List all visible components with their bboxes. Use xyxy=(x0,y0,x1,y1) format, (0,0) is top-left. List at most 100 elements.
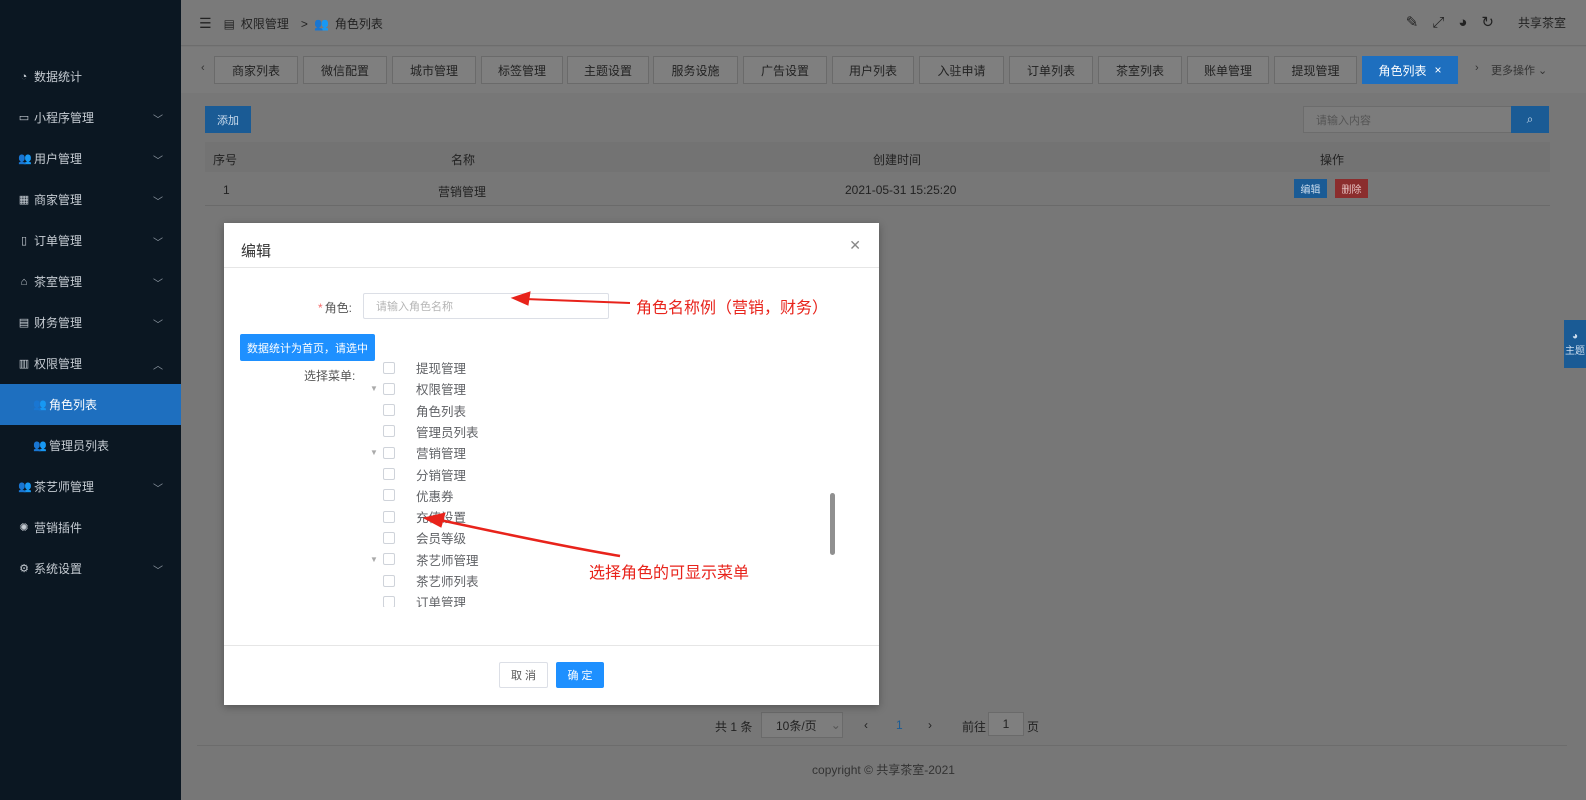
palette-icon[interactable]: ◕ xyxy=(1458,14,1467,31)
prev-page-icon[interactable]: ‹ xyxy=(864,718,868,732)
sidebar-item[interactable]: ▦ 商家管理 ﹀ xyxy=(0,179,181,220)
checkbox[interactable] xyxy=(383,510,395,523)
user-group-icon: 👥 xyxy=(33,398,47,411)
tree-node[interactable]: 管理员列表 xyxy=(383,421,479,442)
dashboard-home-hint-button[interactable]: 数据统计为首页，请选中 xyxy=(240,334,375,361)
caret-down-icon[interactable]: ▼ xyxy=(368,555,380,564)
user-name[interactable]: 共享茶室 xyxy=(1518,14,1566,31)
chevron-down-icon: ﹀ xyxy=(153,320,163,331)
chevron-down-icon: ﹀ xyxy=(153,238,163,249)
tree-node[interactable]: 分销管理 xyxy=(383,464,466,485)
caret-down-icon[interactable]: ▼ xyxy=(368,384,380,393)
tab[interactable]: 提现管理 xyxy=(1274,56,1357,84)
sidebar-item[interactable]: ⌂ 茶室管理 ﹀ xyxy=(0,261,181,302)
page-size-select[interactable]: 10条/页 ⌄ xyxy=(761,712,843,738)
tree-node[interactable]: ▼ 营销管理 xyxy=(368,442,466,463)
tab[interactable]: 广告设置 xyxy=(743,56,827,84)
tree-node[interactable]: 角色列表 xyxy=(383,400,466,421)
tabs-scroll-right-icon[interactable]: › xyxy=(1475,62,1479,74)
tab[interactable]: 用户列表 xyxy=(832,56,914,84)
sidebar-item-label: 小程序管理 xyxy=(34,111,95,125)
user-group-icon: 👥 xyxy=(313,16,329,31)
sidebar-item-label: 订单管理 xyxy=(34,234,83,248)
fullscreen-icon[interactable]: ⤢ xyxy=(1432,14,1444,31)
cancel-button[interactable]: 取 消 xyxy=(499,662,548,688)
confirm-button[interactable]: 确 定 xyxy=(556,662,604,688)
sidebar-item[interactable]: ▯ 订单管理 ﹀ xyxy=(0,220,181,261)
checkbox[interactable] xyxy=(383,553,395,566)
checkbox[interactable] xyxy=(383,446,395,459)
current-page[interactable]: 1 xyxy=(896,718,903,732)
chevron-down-icon: ⌄ xyxy=(830,718,841,732)
search-button[interactable]: ⌕ xyxy=(1511,106,1549,133)
tabs-scroll-left-icon[interactable]: ‹ xyxy=(201,62,205,74)
sidebar-item-label: 系统设置 xyxy=(34,562,83,576)
tab[interactable]: 茶室列表 xyxy=(1098,56,1182,84)
breadcrumb-item-1[interactable]: 权限管理 xyxy=(241,15,289,32)
sidebar-item[interactable]: 👥 管理员列表 xyxy=(0,425,181,466)
menu-toggle-icon[interactable]: ☰ xyxy=(199,15,212,32)
tab[interactable]: 商家列表 xyxy=(214,56,298,84)
checkbox[interactable] xyxy=(383,425,395,438)
tree-node[interactable]: ▼ 权限管理 xyxy=(368,378,466,399)
dashboard-icon: ◔ xyxy=(20,70,28,83)
checkbox[interactable] xyxy=(383,404,395,417)
tree-node-label: 充值设置 xyxy=(416,511,467,526)
mute-icon[interactable]: ✎ xyxy=(1406,13,1419,31)
tree-node[interactable]: 订单管理 xyxy=(383,591,466,607)
sidebar-item[interactable]: 👥 用户管理 ﹀ xyxy=(0,138,181,179)
caret-down-icon[interactable]: ▼ xyxy=(368,448,380,457)
checkbox[interactable] xyxy=(383,468,395,480)
goto-label: 前往 xyxy=(962,720,987,734)
clipboard-icon: ▯ xyxy=(20,234,28,247)
tab[interactable]: 主题设置 xyxy=(567,56,649,84)
sidebar-item[interactable]: ✺ 营销插件 xyxy=(0,507,181,548)
tree-node[interactable]: ▼ 茶艺师管理 xyxy=(368,549,479,570)
close-icon[interactable]: ✕ xyxy=(849,237,861,254)
tab[interactable]: 角色列表 × xyxy=(1362,56,1458,84)
pagination: 共 1 条 10条/页 ⌄ ‹ 1 › 前往 1 页 xyxy=(181,712,1586,738)
tab[interactable]: 订单列表 xyxy=(1009,56,1093,84)
tab[interactable]: 微信配置 xyxy=(303,56,387,84)
checkbox[interactable] xyxy=(383,361,395,374)
theme-switch[interactable]: ◕ 主题 xyxy=(1564,320,1586,368)
tree-node[interactable]: 茶艺师列表 xyxy=(383,570,479,591)
checkbox[interactable] xyxy=(383,574,395,587)
refresh-icon[interactable]: ↻ xyxy=(1481,13,1494,31)
tab[interactable]: 入驻申请 xyxy=(919,56,1004,84)
sidebar-item[interactable]: 👥 角色列表 xyxy=(0,384,181,425)
sidebar-item[interactable]: ⚙ 系统设置 ﹀ xyxy=(0,548,181,589)
add-button[interactable]: 添加 xyxy=(205,106,251,133)
tab[interactable]: 标签管理 xyxy=(481,56,563,84)
more-operations[interactable]: 更多操作 ⌄ xyxy=(1491,62,1547,78)
checkbox[interactable] xyxy=(383,531,395,544)
search-icon: ⌕ xyxy=(1526,112,1534,126)
monitor-icon: ▭ xyxy=(18,111,30,124)
sidebar-item[interactable]: ◔ 数据统计 xyxy=(0,56,181,97)
checkbox[interactable] xyxy=(383,382,395,395)
checkbox[interactable] xyxy=(383,489,395,502)
edit-button[interactable]: 编辑 xyxy=(1294,179,1327,198)
cell-index: 1 xyxy=(223,183,230,197)
tree-node[interactable]: 优惠券 xyxy=(383,485,454,506)
tree-node[interactable]: 提现管理 xyxy=(383,357,466,378)
role-name-input[interactable]: 请输入角色名称 xyxy=(363,293,609,319)
checkbox[interactable] xyxy=(383,595,395,607)
close-icon[interactable]: × xyxy=(1435,63,1442,77)
sidebar-item[interactable]: ▭ 小程序管理 ﹀ xyxy=(0,97,181,138)
search-input[interactable]: 请输入内容 xyxy=(1303,106,1513,133)
sidebar-item[interactable]: ▤ 财务管理 ﹀ xyxy=(0,302,181,343)
next-page-icon[interactable]: › xyxy=(928,718,932,732)
tab[interactable]: 服务设施 xyxy=(653,56,738,84)
delete-button[interactable]: 删除 xyxy=(1335,179,1368,198)
tab[interactable]: 账单管理 xyxy=(1187,56,1269,84)
goto-page-input[interactable]: 1 xyxy=(988,712,1024,736)
cell-name: 营销管理 xyxy=(438,185,487,199)
sidebar-item[interactable]: ▥ 权限管理 ︿ xyxy=(0,343,181,384)
sidebar-item[interactable]: 👥 茶艺师管理 ﹀ xyxy=(0,466,181,507)
tree-scrollbar[interactable] xyxy=(830,493,835,555)
tree-node[interactable]: 会员等级 xyxy=(383,527,466,548)
tab[interactable]: 城市管理 xyxy=(392,56,476,84)
tree-node[interactable]: 充值设置 xyxy=(383,506,466,527)
tree-node-label: 订单管理 xyxy=(416,596,467,607)
